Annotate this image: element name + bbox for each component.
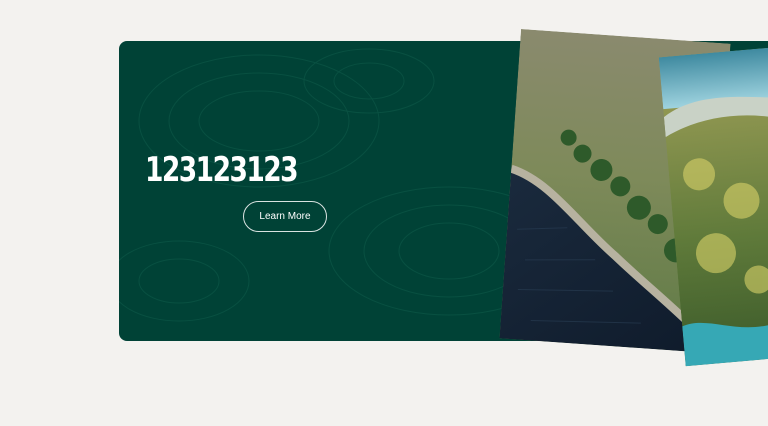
- hero-title: 123123123: [145, 150, 299, 190]
- learn-more-button[interactable]: Learn More: [243, 201, 327, 232]
- page: 123123123 Learn More: [0, 0, 768, 426]
